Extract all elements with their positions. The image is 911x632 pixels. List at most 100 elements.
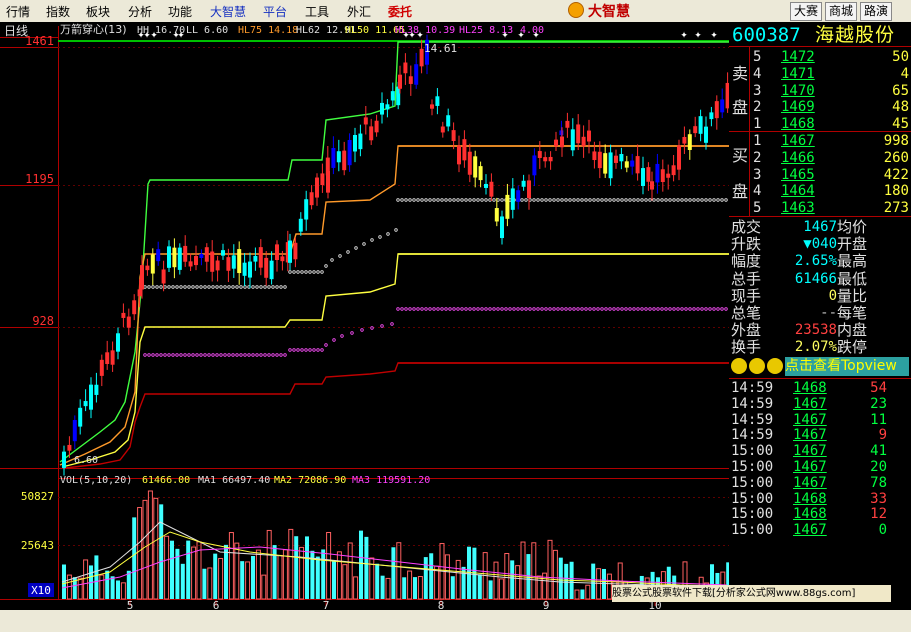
candle-body <box>210 251 215 272</box>
scale-label: X10 <box>31 584 51 597</box>
sell-side-label: 卖 <box>732 64 749 83</box>
volume-bar <box>413 577 417 599</box>
bid-row[interactable]: 2 1466 260 <box>729 150 911 166</box>
marker-icon: ✦ <box>532 31 540 41</box>
candle-body <box>693 126 698 134</box>
circle-icon[interactable] <box>749 358 765 374</box>
candle-body <box>275 244 279 260</box>
menu-index[interactable]: 指数 <box>46 3 70 20</box>
tick-row: 14:59 1467 9 <box>729 427 911 443</box>
brand-name: 大智慧 <box>588 4 630 20</box>
circle-icon[interactable] <box>767 358 783 374</box>
candle-body <box>183 245 188 262</box>
volume-bar <box>380 575 385 599</box>
candle-body <box>374 120 379 133</box>
contest-button[interactable]: 大赛 <box>790 2 823 21</box>
candle-body <box>315 177 319 198</box>
candle-body <box>204 247 209 262</box>
volume-header-value: VOL(5,10,20) <box>60 475 132 486</box>
stat-label-secondary: 开盘 <box>837 235 868 254</box>
stat-row: 成交 1467 均价 <box>729 219 911 235</box>
marker-icon: ✦ <box>177 31 185 41</box>
stat-value: ▼040 <box>803 236 837 253</box>
book-price: 1467 <box>781 133 815 149</box>
candle-body <box>559 130 564 136</box>
candle-body <box>132 300 137 315</box>
candle-body <box>581 136 586 147</box>
marker-icon: ✦ <box>710 31 718 41</box>
candle-body <box>527 180 531 199</box>
volume-bar <box>180 563 185 599</box>
menu-forex[interactable]: 外汇 <box>347 3 371 20</box>
kline-chart[interactable]: 日线 万箭穿心(13) HH 16.70 LL 6.60 HL75 14.18HL62… <box>0 22 729 610</box>
menu-dzh[interactable]: 大智慧 <box>210 3 246 20</box>
volume-bar <box>94 555 99 599</box>
candle-body <box>414 64 419 85</box>
candle-body <box>194 256 198 266</box>
tick-volume: 78 <box>870 474 887 491</box>
candle-body <box>510 188 515 210</box>
candle-body <box>226 257 231 271</box>
candle-body <box>293 242 298 260</box>
circle-icon[interactable] <box>731 358 747 374</box>
topview-link[interactable]: 点击查看Topview <box>785 357 909 376</box>
roadshow-button[interactable]: 路演 <box>860 2 893 21</box>
bid-row[interactable]: 3 1465 422 <box>729 167 911 183</box>
tick-volume: 33 <box>870 490 887 507</box>
menu-sector[interactable]: 板块 <box>86 3 110 20</box>
menu-platform[interactable]: 平台 <box>263 3 287 20</box>
menu-analysis[interactable]: 分析 <box>128 3 152 20</box>
book-price: 1465 <box>781 166 815 183</box>
candle-body <box>543 157 548 162</box>
tick-volume: 11 <box>870 411 887 428</box>
candle-body <box>72 420 77 442</box>
tick-row: 15:00 1467 20 <box>729 459 911 475</box>
candle-body <box>150 254 155 274</box>
volume-bar <box>251 555 255 599</box>
book-volume: 260 <box>883 149 909 166</box>
volume-bar <box>332 560 336 599</box>
candle-body <box>298 218 303 232</box>
candle-body <box>121 312 126 318</box>
candle-body <box>116 333 120 352</box>
menu-quote[interactable]: 行情 <box>6 3 30 20</box>
bid-row[interactable]: 5 1463 273 <box>729 200 911 216</box>
candle-body <box>156 249 161 262</box>
candle-body <box>78 407 83 427</box>
bid-row[interactable]: 4 1464 180 <box>729 183 911 199</box>
candle-body <box>650 181 654 190</box>
volume-header-value: 61466.00 <box>142 475 190 486</box>
ask-row[interactable]: 1 1468 45 <box>729 116 911 132</box>
candle-body <box>62 451 66 468</box>
date-label: 9 <box>543 599 550 610</box>
low-label: 6.60 <box>74 455 98 466</box>
candle-body <box>709 112 714 120</box>
book-volume: 180 <box>883 183 909 200</box>
menu-tools[interactable]: 工具 <box>305 3 329 20</box>
volume-bar <box>116 580 120 599</box>
stat-row: 换手 2.07% 跌停 <box>729 339 911 355</box>
candle-body <box>687 134 692 150</box>
menu-order[interactable]: 委托 <box>388 3 412 20</box>
candle-body <box>548 156 553 162</box>
candle-body <box>603 153 608 174</box>
footer-banner[interactable]: 股票公式股票软件下载[分析家公式网www.88gs.com] <box>612 585 891 602</box>
volume-bar <box>359 530 363 599</box>
mall-button[interactable]: 商城 <box>825 2 858 21</box>
candle-body <box>221 250 225 256</box>
book-volume: 50 <box>892 49 909 65</box>
candle-body <box>140 265 144 290</box>
ask-row[interactable]: 2 1469 48 <box>729 99 911 115</box>
volume-bar <box>488 580 493 599</box>
ask-row[interactable]: 5 1472 50 <box>729 49 911 65</box>
volume-bar <box>126 570 131 599</box>
menu-function[interactable]: 功能 <box>168 3 192 20</box>
ask-row[interactable]: 3 1470 65 <box>729 83 911 99</box>
tick-volume: 41 <box>870 443 887 460</box>
tick-time: 14:59 <box>731 427 774 444</box>
quote-panel: 600387 海越股份 5 1472 50 4 1471 4 3 1470 65 2 1469 48 1… <box>729 22 911 610</box>
ask-row[interactable]: 4 1471 4 <box>729 66 911 82</box>
stock-code: 600387 <box>732 24 801 46</box>
candle-body <box>89 384 93 410</box>
bid-row[interactable]: 1 1467 998 <box>729 133 911 149</box>
